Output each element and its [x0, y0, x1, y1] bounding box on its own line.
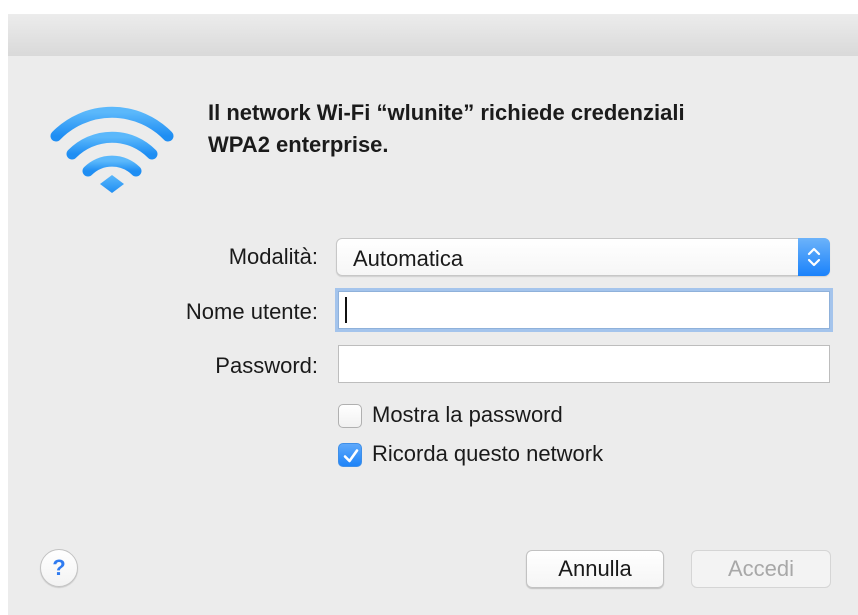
- password-label: Password:: [215, 353, 318, 378]
- cancel-button[interactable]: Annulla: [526, 550, 664, 588]
- show-password-label[interactable]: Mostra la password: [372, 402, 563, 428]
- up-down-arrows-icon[interactable]: [798, 238, 830, 276]
- headline-line-1: Il network Wi-Fi “wlunite” richiede cred…: [208, 100, 685, 125]
- username-field[interactable]: [338, 291, 830, 329]
- headline-line-2: WPA2 enterprise.: [208, 132, 389, 157]
- show-password-checkbox[interactable]: [338, 404, 362, 428]
- title-bar[interactable]: [8, 14, 858, 57]
- mode-select[interactable]: Automatica: [336, 238, 830, 276]
- wifi-icon: [50, 106, 174, 193]
- join-button[interactable]: Accedi: [691, 550, 831, 588]
- mode-label: Modalità:: [228, 244, 318, 269]
- password-field[interactable]: [338, 345, 830, 383]
- remember-network-checkbox[interactable]: [338, 443, 362, 467]
- dialog-headline: Il network Wi-Fi “wlunite” richiede cred…: [208, 97, 838, 161]
- mode-select-value: Automatica: [353, 246, 464, 271]
- checkmark-icon: [343, 449, 359, 463]
- remember-network-label[interactable]: Ricorda questo network: [372, 441, 603, 467]
- help-button[interactable]: ?: [40, 549, 78, 587]
- username-label: Nome utente:: [185, 299, 318, 324]
- text-cursor: [345, 297, 347, 323]
